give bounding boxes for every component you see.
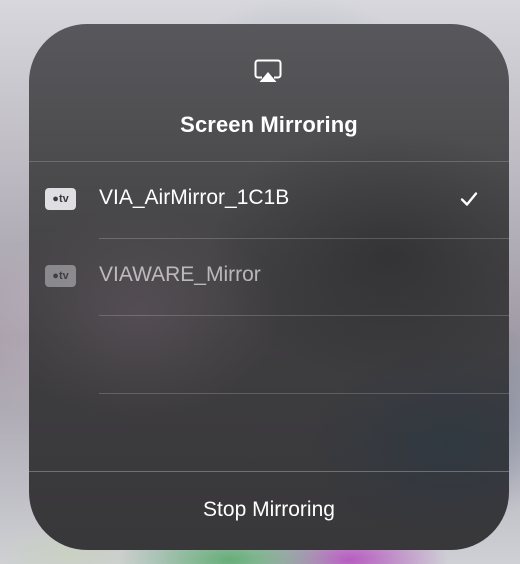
stop-mirroring-label: Stop Mirroring <box>203 498 335 521</box>
screen-mirroring-panel: Screen Mirroring ●tv VIA_AirMirror_1C1B … <box>29 24 509 550</box>
tv-badge-label: tv <box>58 270 69 282</box>
device-name: VIA_AirMirror_1C1B <box>99 186 290 209</box>
row-divider <box>99 393 509 394</box>
tv-badge-apple-glyph: ● <box>52 270 59 282</box>
stop-mirroring-button[interactable]: Stop Mirroring <box>29 472 509 550</box>
device-name: VIAWARE_Mirror <box>99 263 261 286</box>
tv-badge-label: tv <box>58 193 69 205</box>
apple-tv-icon: ●tv <box>45 265 76 287</box>
tv-badge-apple-glyph: ● <box>52 193 59 205</box>
row-divider <box>99 315 509 316</box>
checkmark-icon <box>460 192 478 206</box>
device-row-viaware-mirror[interactable]: ●tv VIAWARE_Mirror <box>29 239 509 315</box>
background-blur: Screen Mirroring ●tv VIA_AirMirror_1C1B … <box>0 0 520 564</box>
panel-title: Screen Mirroring <box>180 112 358 137</box>
apple-tv-icon: ●tv <box>45 188 76 210</box>
airplay-icon <box>254 59 282 82</box>
device-row-via-airmirror[interactable]: ●tv VIA_AirMirror_1C1B <box>29 162 509 238</box>
panel-header: Screen Mirroring <box>29 24 509 161</box>
